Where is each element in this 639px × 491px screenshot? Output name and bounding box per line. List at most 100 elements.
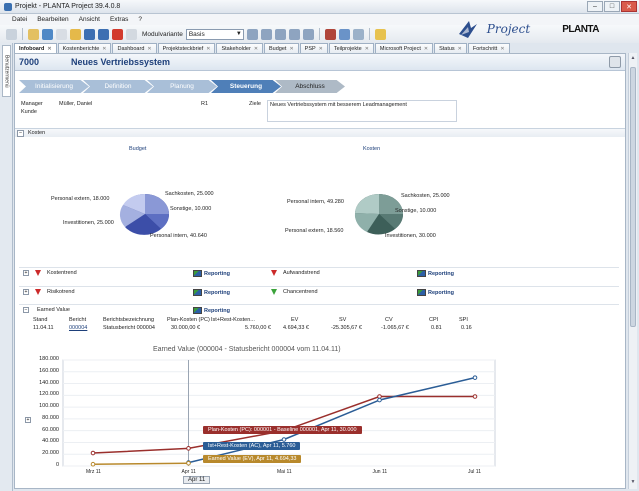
close-icon[interactable]: ✕ [254, 46, 258, 52]
open-icon[interactable] [28, 28, 39, 40]
close-icon[interactable]: ✕ [147, 46, 151, 52]
data-point[interactable] [186, 446, 191, 451]
copy-icon[interactable] [56, 28, 67, 40]
earned-value-plot [62, 359, 496, 467]
scroll-up-icon[interactable]: ▲ [629, 55, 637, 63]
vertical-scrollbar[interactable]: ▲ ▼ [628, 53, 637, 489]
tab-microsoft-project[interactable]: Microsoft Project ✕ [374, 43, 434, 53]
phase-steuerung[interactable]: Steuerung [211, 80, 281, 93]
new-icon[interactable] [6, 28, 17, 40]
green-trend-icon [271, 289, 277, 295]
menu-ansicht[interactable]: Ansicht [79, 16, 100, 23]
indent-icon[interactable] [260, 28, 272, 40]
y-tick-label: 180.000 [39, 356, 59, 362]
close-icon[interactable]: ✕ [319, 46, 323, 52]
redo-icon[interactable] [98, 28, 109, 40]
y-tick-label: 20.000 [42, 450, 59, 457]
modulvariante-select[interactable]: Basis ▼ [185, 28, 244, 40]
tab-budget[interactable]: Budget ✕ [264, 43, 299, 53]
document-icon[interactable] [126, 28, 137, 40]
phase-initialisierung[interactable]: Initialisierung [19, 80, 89, 93]
reporting-label: Reporting [204, 289, 230, 296]
close-icon[interactable]: ✕ [500, 46, 504, 52]
data-point[interactable] [377, 397, 382, 403]
tab-status[interactable]: Status ✕ [434, 43, 467, 53]
refresh-icon[interactable] [338, 28, 350, 40]
tools-icon[interactable] [324, 28, 336, 40]
scroll-down-icon[interactable]: ▼ [629, 479, 637, 487]
close-icon[interactable]: ✕ [289, 46, 293, 52]
y-tick-label: 120.000 [39, 391, 59, 398]
tab-stakeholder[interactable]: Stakeholder ✕ [216, 43, 264, 53]
tab-infoboard[interactable]: Infoboard ✕ [14, 43, 57, 53]
menu-extras[interactable]: Extras [110, 16, 128, 23]
data-point[interactable] [472, 394, 478, 399]
kosten-section-header[interactable]: − Kosten [15, 128, 625, 137]
close-icon[interactable]: ✕ [47, 46, 51, 52]
close-icon[interactable]: ✕ [102, 46, 106, 52]
close-icon[interactable]: ✕ [365, 46, 369, 52]
collapse-icon[interactable] [302, 28, 314, 40]
tree-icon[interactable] [246, 28, 258, 40]
tab-label: Teilprojekte [333, 45, 362, 52]
help-icon[interactable] [609, 56, 621, 68]
close-icon[interactable]: ✕ [458, 46, 462, 52]
data-point[interactable] [186, 460, 191, 466]
phase-planung[interactable]: Planung [147, 80, 217, 93]
data-point[interactable] [90, 461, 96, 467]
ziele-field[interactable]: Neues Vertriebssystem mit besserem Leadm… [267, 100, 457, 122]
kosten-label-personal-intern: Personal intern, 49.280 [287, 199, 344, 205]
menu-datei[interactable]: Datei [12, 16, 27, 23]
outdent-icon[interactable] [274, 28, 286, 40]
data-point[interactable] [472, 375, 478, 380]
earned-value-label: Earned Value [37, 307, 70, 313]
y-tick-label: 80.000 [42, 414, 59, 421]
home-icon[interactable] [352, 28, 364, 40]
aufwandstrend-reporting-link[interactable]: Reporting [417, 270, 454, 277]
tab-dashboard[interactable]: Dashboard ✕ [112, 43, 157, 53]
title-bar: Projekt - PLANTA Project 39.4.0.8 – □ ✕ [0, 0, 639, 14]
menu-bearbeiten[interactable]: Bearbeiten [37, 16, 68, 23]
expand-icon[interactable]: + [23, 289, 29, 295]
close-button[interactable]: ✕ [621, 1, 637, 12]
expand-icon[interactable]: + [23, 270, 29, 276]
x-tick-label: Jun 11 [372, 469, 388, 475]
project-header: 7000 Neues Vertriebssystem [15, 54, 625, 71]
minimize-button[interactable]: – [587, 1, 603, 12]
reporting-label: Reporting [204, 270, 230, 277]
tab-projektsteckbrief[interactable]: Projektsteckbrief ✕ [157, 43, 216, 53]
aufwandstrend-label: Aufwandstrend [283, 270, 320, 276]
risikotrend-reporting-link[interactable]: Reporting [193, 289, 230, 296]
tab-psp[interactable]: PSP ✕ [299, 43, 328, 53]
close-icon[interactable]: ✕ [424, 46, 428, 52]
ev-bericht-link[interactable]: 000004 [69, 325, 87, 331]
delete-icon[interactable] [112, 28, 123, 40]
kostentrend-reporting-link[interactable]: Reporting [193, 270, 230, 277]
date-cursor-label[interactable]: Apr 11 [183, 476, 211, 484]
infoboard-panel: 7000 Neues Vertriebssystem Initialisieru… [14, 53, 626, 489]
menu-help[interactable]: ? [138, 16, 142, 23]
earned-value-reporting-link[interactable]: Reporting [193, 307, 230, 314]
collapse-icon[interactable]: − [17, 129, 24, 137]
data-point[interactable] [281, 437, 287, 442]
phase-definition[interactable]: Definition [83, 80, 153, 93]
tab-kostenberichte[interactable]: Kostenberichte ✕ [57, 43, 112, 53]
filter-icon[interactable] [42, 28, 53, 40]
tab-teilprojekte[interactable]: Teilprojekte ✕ [328, 43, 374, 53]
benutzermenu-tab[interactable]: Benutzermenü [2, 45, 11, 97]
close-icon[interactable]: ✕ [206, 46, 210, 52]
y-tick-label: 140.000 [39, 379, 59, 386]
maximize-button[interactable]: □ [604, 1, 620, 12]
scrollbar-thumb[interactable] [630, 67, 636, 327]
chancentrend-reporting-link[interactable]: Reporting [417, 289, 454, 296]
collapse-icon[interactable]: − [23, 307, 29, 313]
undo-icon[interactable] [84, 28, 95, 40]
expand-icon[interactable] [288, 28, 300, 40]
window-controls: – □ ✕ [587, 1, 637, 12]
data-point[interactable] [90, 450, 96, 456]
phase-abschluss[interactable]: Abschluss [275, 80, 345, 93]
tab-fortschritt[interactable]: Fortschritt ✕ [467, 43, 510, 53]
folder-icon[interactable] [70, 28, 81, 40]
key-icon[interactable] [374, 28, 386, 40]
ev-header: EV [291, 317, 299, 323]
